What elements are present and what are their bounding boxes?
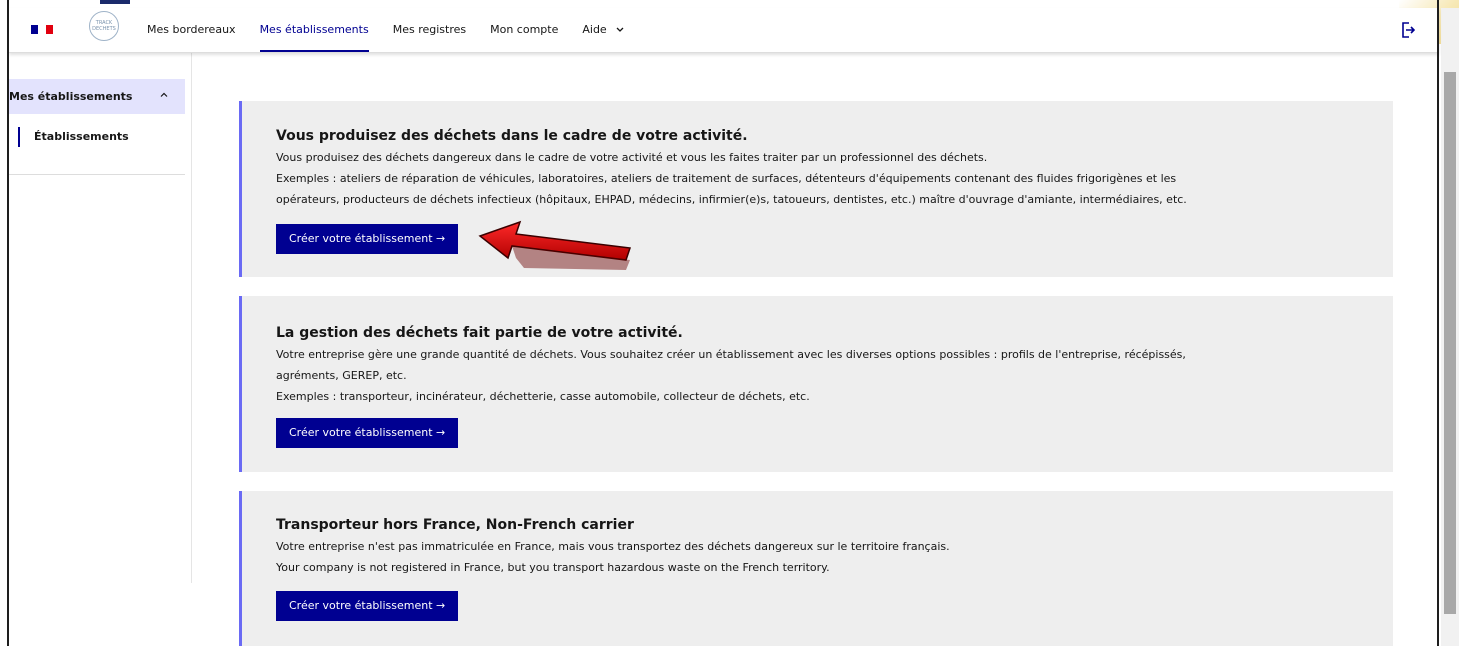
top-strip — [0, 0, 1459, 8]
sidebar-section-toggle[interactable]: Mes établissements — [9, 79, 185, 114]
nav-aide-label: Aide — [582, 23, 607, 36]
create-establishment-button[interactable]: Créer votre établissement → — [276, 224, 459, 254]
card-text: opérateurs, producteurs de déchets infec… — [276, 193, 1187, 206]
sidebar-section-label: Mes établissements — [9, 90, 133, 103]
sidebar-divider — [9, 174, 185, 175]
card-text: agréments, GEREP, etc. — [276, 369, 407, 382]
card-title: Vous produisez des déchets dans le cadre… — [276, 128, 748, 144]
card-gestionnaire: La gestion des déchets fait partie de vo… — [239, 296, 1393, 472]
content-separator — [191, 53, 192, 583]
site-header: TRACK DECHETS Mes bordereaux Mes établis… — [9, 8, 1439, 53]
logout-icon[interactable] — [1401, 22, 1415, 38]
create-establishment-button[interactable]: Créer votre établissement → — [276, 591, 459, 621]
red-arrow-icon — [478, 220, 632, 270]
nav-mes-registres[interactable]: Mes registres — [393, 8, 466, 52]
main-nav: Mes bordereaux Mes établissements Mes re… — [147, 8, 648, 52]
card-text: Votre entreprise n'est pas immatriculée … — [276, 540, 950, 553]
card-title: La gestion des déchets fait partie de vo… — [276, 325, 683, 341]
card-text: Your company is not registered in France… — [276, 561, 830, 574]
card-title: Transporteur hors France, Non-French car… — [276, 517, 634, 533]
top-mark — [100, 0, 130, 4]
card-producteur: Vous produisez des déchets dans le cadre… — [239, 101, 1393, 277]
chevron-up-icon — [160, 92, 168, 97]
sidebar-item-etablissements[interactable]: Établissements — [9, 127, 185, 147]
sidebar: Mes établissements Établissements — [9, 79, 185, 175]
scrollbar-thumb[interactable] — [1444, 72, 1456, 614]
create-establishment-button[interactable]: Créer votre établissement → — [276, 418, 459, 448]
marianne-flag-icon — [31, 25, 53, 34]
card-transporteur-etranger: Transporteur hors France, Non-French car… — [239, 491, 1393, 646]
card-text: Vous produisez des déchets dangereux dan… — [276, 151, 988, 164]
nav-mes-bordereaux[interactable]: Mes bordereaux — [147, 8, 236, 52]
trackdechets-logo[interactable]: TRACK DECHETS — [89, 11, 119, 41]
nav-mes-etablissements[interactable]: Mes établissements — [259, 8, 369, 52]
logo-text: TRACK DECHETS — [92, 20, 116, 32]
card-text: Exemples : transporteur, incinérateur, d… — [276, 390, 810, 403]
nav-aide[interactable]: Aide — [582, 8, 624, 52]
card-text: Exemples : ateliers de réparation de véh… — [276, 172, 1177, 185]
card-text: Votre entreprise gère une grande quantit… — [276, 348, 1186, 361]
chevron-down-icon — [616, 27, 624, 32]
nav-mon-compte[interactable]: Mon compte — [490, 8, 558, 52]
